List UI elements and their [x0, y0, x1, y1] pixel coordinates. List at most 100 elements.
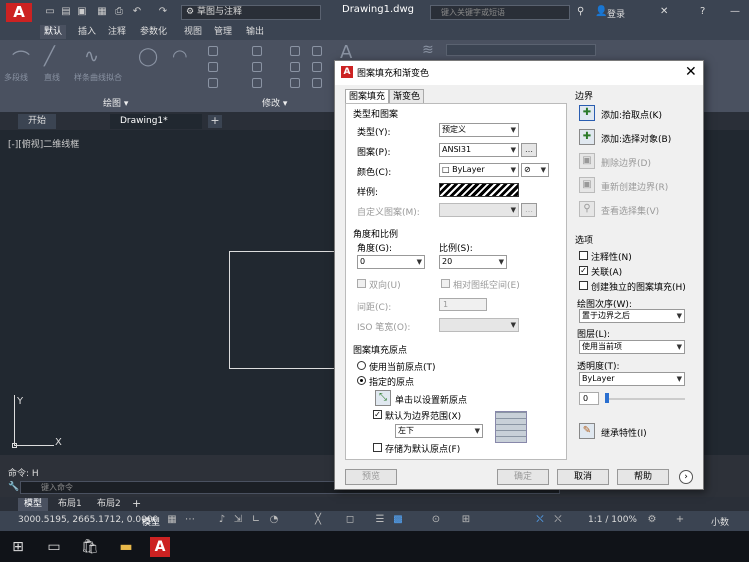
recreate-boundary-icon[interactable]: ▣: [579, 177, 595, 193]
view-selections-button[interactable]: 查看选择集(V): [601, 204, 659, 217]
infer-icon[interactable]: ♪: [216, 514, 228, 526]
help-icon[interactable]: ?: [700, 6, 705, 17]
line-icon[interactable]: ╱: [44, 46, 55, 67]
background-color-select[interactable]: ⊘ ▼: [521, 163, 549, 177]
save-as-icon[interactable]: ▦: [96, 6, 108, 18]
layer-properties-icon[interactable]: ≋: [422, 42, 434, 58]
ribbon-tab-annotate[interactable]: 注释: [104, 25, 130, 39]
layer-dropdown[interactable]: [446, 44, 596, 56]
set-origin-icon[interactable]: ⤡: [375, 390, 391, 406]
transparency-icon[interactable]: ▩: [392, 514, 404, 526]
transparency-number[interactable]: 0: [579, 392, 599, 405]
fillet-icon[interactable]: [312, 62, 322, 72]
annotative-checkbox[interactable]: [579, 251, 588, 260]
scale-icon[interactable]: [290, 78, 300, 88]
new-icon[interactable]: ▭: [44, 6, 56, 18]
transparency-select[interactable]: ByLayer ▼: [579, 372, 685, 386]
ribbon-tab-view[interactable]: 视图: [180, 25, 206, 39]
default-boundary-checkbox[interactable]: ✓: [373, 410, 382, 419]
mirror-icon[interactable]: [290, 62, 300, 72]
angle-select[interactable]: 0 ▼: [357, 255, 425, 269]
layout-tab-model[interactable]: 模型: [18, 498, 49, 511]
specified-origin-radio[interactable]: [357, 376, 366, 385]
move-icon[interactable]: [252, 46, 262, 56]
tab-hatch[interactable]: 图案填充: [345, 89, 390, 103]
isodraft-icon[interactable]: ╳: [312, 514, 324, 526]
auto-scale-icon[interactable]: ⛌: [552, 514, 564, 526]
color-select[interactable]: □ ByLayer ▼: [439, 163, 519, 177]
help-button[interactable]: 帮助: [617, 469, 669, 485]
add-select-objects-icon[interactable]: ✚: [579, 129, 595, 145]
windows-start-icon[interactable]: ⊞: [8, 537, 28, 557]
ribbon-tab-manage[interactable]: 管理: [210, 25, 236, 39]
cancel-button[interactable]: 取消: [557, 469, 609, 485]
grid-icon[interactable]: ▦: [166, 514, 178, 526]
open-icon[interactable]: ▤: [60, 6, 72, 18]
coordinate-readout[interactable]: 3000.5195, 2665.1712, 0.0000: [18, 515, 158, 525]
rotate-icon[interactable]: [290, 46, 300, 56]
trim-icon[interactable]: [312, 46, 322, 56]
ribbon-tab-parametric[interactable]: 参数化: [136, 25, 171, 39]
new-tab-button[interactable]: +: [208, 115, 222, 128]
ortho-icon[interactable]: ∟: [250, 514, 262, 526]
preview-button[interactable]: 预览: [345, 469, 397, 485]
drawn-rectangle[interactable]: [229, 251, 339, 369]
search-input[interactable]: 键入关键字或短语: [430, 5, 570, 20]
draw-order-select[interactable]: 置于边界之后 ▼: [579, 309, 685, 323]
viewport-label[interactable]: [-][俯视]二维线框: [8, 137, 79, 150]
remove-boundaries-icon[interactable]: ▣: [579, 153, 595, 169]
ok-button[interactable]: 确定: [497, 469, 549, 485]
dialog-close-icon[interactable]: ✕: [685, 64, 697, 80]
ribbon-tab-output[interactable]: 输出: [242, 25, 268, 39]
view-selections-icon[interactable]: ⚲: [579, 201, 595, 217]
polar-icon[interactable]: ◔: [268, 514, 280, 526]
workspace-gear-icon[interactable]: ⚙: [646, 514, 658, 526]
stretch-icon[interactable]: [252, 78, 262, 88]
associative-checkbox[interactable]: ✓: [579, 266, 588, 275]
workspace-select[interactable]: ⚙ 草图与注释: [181, 5, 321, 20]
iso-pen-select[interactable]: ▼: [439, 318, 519, 332]
origin-position-select[interactable]: 左下 ▼: [395, 424, 483, 438]
layer-select[interactable]: 使用当前项 ▼: [579, 340, 685, 354]
add-layout-button[interactable]: +: [132, 497, 141, 510]
add-pick-points-button[interactable]: 添加:拾取点(K): [601, 108, 662, 121]
separate-hatch-checkbox[interactable]: [579, 281, 588, 290]
scale-select[interactable]: 20 ▼: [439, 255, 507, 269]
gradient-tool-icon[interactable]: [208, 78, 218, 88]
array-icon[interactable]: [312, 78, 322, 88]
custom-browse-button[interactable]: …: [521, 203, 537, 217]
dynamic-input-icon[interactable]: ⇲: [232, 514, 244, 526]
lineweight-icon[interactable]: ☰: [374, 514, 386, 526]
inherit-properties-button[interactable]: 继承特性(I): [601, 426, 647, 439]
layout-tab-1[interactable]: 布局1: [52, 498, 88, 511]
use-current-origin-radio[interactable]: [357, 361, 366, 370]
selection-cycling-icon[interactable]: ⊙: [430, 514, 442, 526]
rect-tool-icon[interactable]: [208, 46, 218, 56]
redo-icon[interactable]: ↷: [157, 6, 169, 18]
ribbon-tab-insert[interactable]: 插入: [74, 25, 100, 39]
minimize-icon[interactable]: —: [730, 6, 740, 17]
snap-icon[interactable]: ⋯: [184, 514, 196, 526]
user-icon[interactable]: 👤: [595, 6, 607, 17]
more-options-icon[interactable]: ›: [679, 470, 693, 484]
inherit-properties-icon[interactable]: ✎: [579, 423, 595, 439]
osnap-icon[interactable]: ◻: [344, 514, 356, 526]
ribbon-group-draw[interactable]: 绘图 ▾: [103, 96, 128, 109]
relative-paper-checkbox[interactable]: [441, 279, 450, 288]
remove-boundaries-button[interactable]: 删除边界(D): [601, 156, 651, 169]
doc-tab-start[interactable]: 开始: [18, 114, 57, 129]
print-icon[interactable]: ⎙: [113, 6, 125, 18]
tab-gradient[interactable]: 渐变色: [389, 89, 425, 103]
spacing-input[interactable]: 1: [439, 298, 487, 311]
pattern-select[interactable]: ANSI31 ▼: [439, 143, 519, 157]
dialog-title-bar[interactable]: A 图案填充和渐变色 ✕: [335, 61, 703, 85]
pattern-browse-button[interactable]: …: [521, 143, 537, 157]
model-space-button[interactable]: 模型: [142, 515, 160, 528]
app-logo[interactable]: A: [6, 3, 32, 22]
hatch-tool-icon[interactable]: [208, 62, 218, 72]
annotation-monitor-icon[interactable]: +: [674, 514, 686, 526]
pattern-sample-swatch[interactable]: [439, 183, 519, 197]
circle-icon[interactable]: ◯: [138, 46, 158, 67]
layout-tab-2[interactable]: 布局2: [91, 498, 127, 511]
login-link[interactable]: 登录: [607, 7, 625, 20]
